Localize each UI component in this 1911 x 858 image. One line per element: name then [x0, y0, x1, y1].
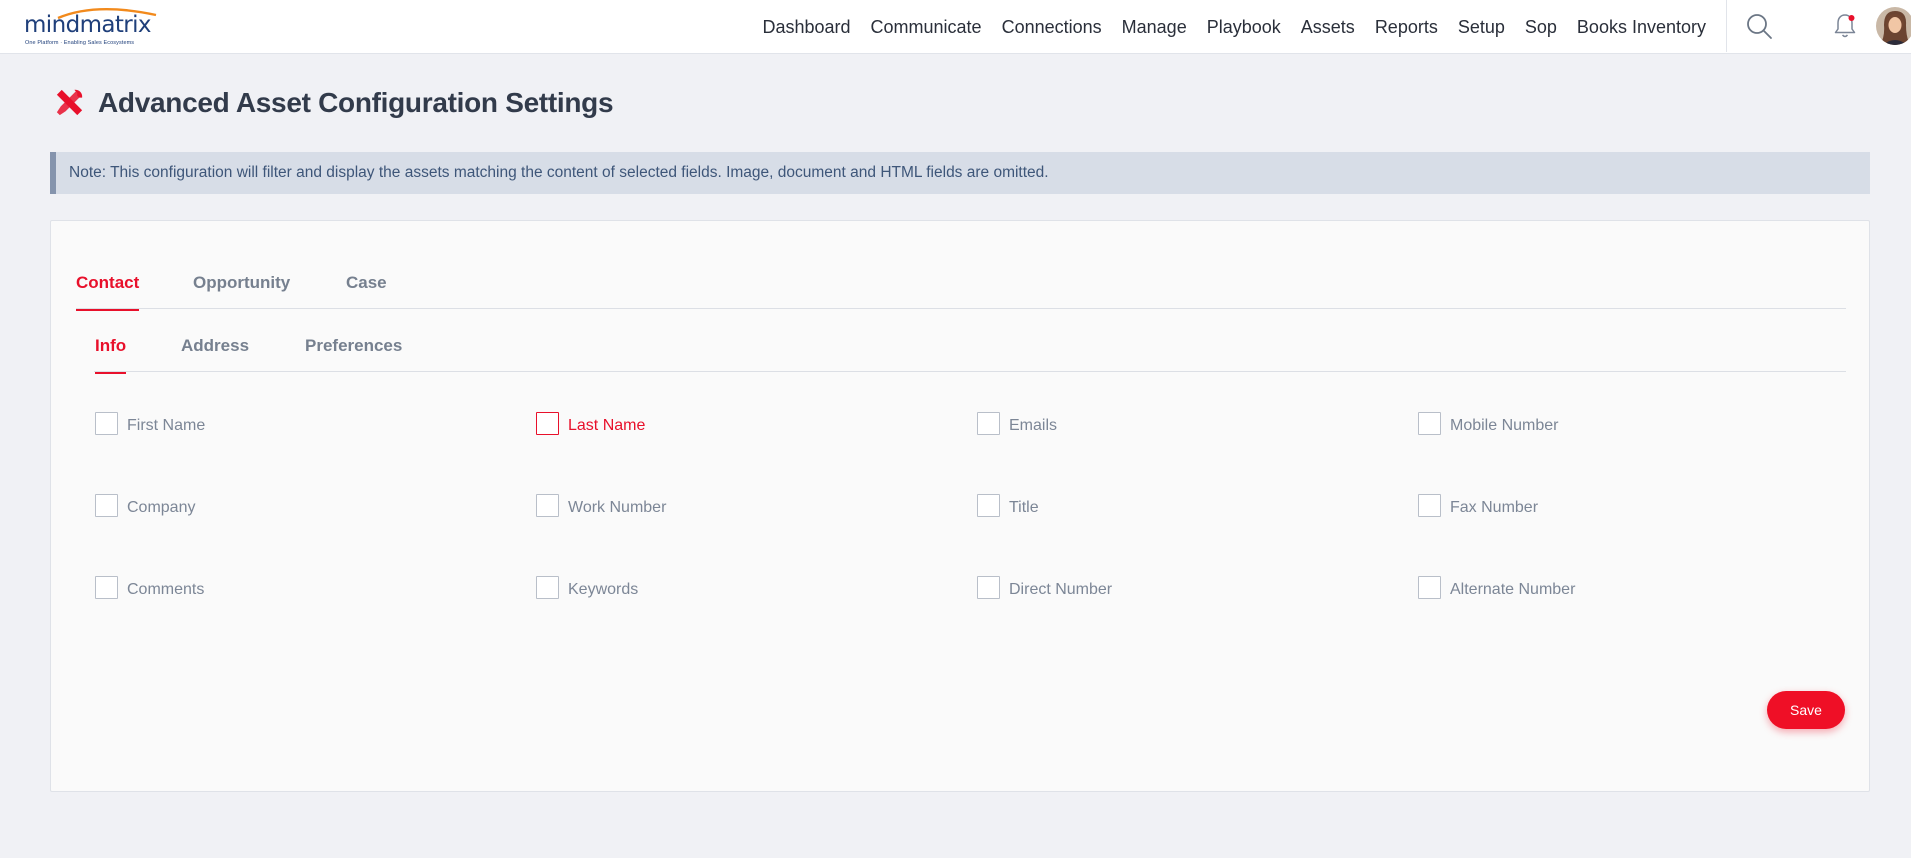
- search-icon[interactable]: [1744, 11, 1774, 41]
- nav-item-sop[interactable]: Sop: [1525, 17, 1557, 38]
- field-label: Title: [1009, 498, 1039, 516]
- field-label: Last Name: [568, 416, 646, 434]
- field-company[interactable]: Company: [95, 494, 195, 517]
- field-direct-number[interactable]: Direct Number: [977, 576, 1112, 599]
- tab-contact[interactable]: Contact: [76, 257, 140, 311]
- top-navigation-bar: mindmatrix One Platform · Enabling Sales…: [0, 0, 1911, 54]
- tab-opportunity[interactable]: Opportunity: [193, 257, 290, 309]
- entity-tabs: Contact Opportunity Case: [76, 257, 1846, 311]
- nav-item-assets[interactable]: Assets: [1301, 17, 1355, 38]
- info-note-text: Note: This configuration will filter and…: [69, 164, 1049, 181]
- checkbox[interactable]: [1418, 576, 1441, 599]
- field-comments[interactable]: Comments: [95, 576, 204, 599]
- info-note: Note: This configuration will filter and…: [50, 152, 1870, 194]
- field-label: Company: [127, 498, 196, 516]
- field-label: First Name: [127, 416, 206, 434]
- tab-address[interactable]: Address: [181, 320, 249, 372]
- field-label: Fax Number: [1450, 498, 1539, 516]
- nav-item-reports[interactable]: Reports: [1375, 17, 1438, 38]
- checkbox[interactable]: [977, 494, 1000, 517]
- field-first-name[interactable]: First Name: [95, 412, 205, 435]
- page-title: Advanced Asset Configuration Settings: [98, 86, 614, 118]
- logo-wordmark: mindmatrix: [24, 12, 152, 38]
- field-label: Comments: [127, 580, 205, 598]
- nav-item-communicate[interactable]: Communicate: [871, 17, 982, 38]
- checkbox[interactable]: [536, 412, 559, 435]
- user-avatar[interactable]: [1876, 7, 1911, 45]
- nav-item-playbook[interactable]: Playbook: [1207, 17, 1281, 38]
- field-label: Work Number: [568, 498, 667, 516]
- checkbox[interactable]: [95, 412, 118, 435]
- field-label: Direct Number: [1009, 580, 1113, 598]
- field-label: Mobile Number: [1450, 416, 1559, 434]
- checkbox[interactable]: [95, 576, 118, 599]
- checkbox[interactable]: [1418, 412, 1441, 435]
- configuration-card: Contact Opportunity Case Info Address Pr…: [50, 220, 1870, 792]
- field-keywords[interactable]: Keywords: [536, 576, 638, 599]
- tab-preferences[interactable]: Preferences: [305, 320, 402, 372]
- logo-tagline: One Platform · Enabling Sales Ecosystems: [25, 40, 135, 46]
- nav-item-dashboard[interactable]: Dashboard: [762, 17, 850, 38]
- field-label: Emails: [1009, 416, 1058, 434]
- bell-icon[interactable]: [1830, 11, 1860, 41]
- nav-item-books-inventory[interactable]: Books Inventory: [1577, 17, 1706, 38]
- nav-item-connections[interactable]: Connections: [1002, 17, 1102, 38]
- section-tabs: Info Address Preferences: [94, 320, 1846, 374]
- field-title[interactable]: Title: [977, 494, 1039, 517]
- checkbox[interactable]: [536, 494, 559, 517]
- nav-item-setup[interactable]: Setup: [1458, 17, 1505, 38]
- checkbox[interactable]: [977, 412, 1000, 435]
- field-label: Alternate Number: [1450, 580, 1576, 598]
- mindmatrix-logo[interactable]: mindmatrix One Platform · Enabling Sales…: [22, 6, 157, 48]
- field-mobile-number[interactable]: Mobile Number: [1418, 412, 1558, 435]
- checkbox[interactable]: [536, 576, 559, 599]
- field-emails[interactable]: Emails: [977, 412, 1057, 435]
- field-fax-number[interactable]: Fax Number: [1418, 494, 1538, 517]
- field-alternate-number[interactable]: Alternate Number: [1418, 576, 1575, 599]
- nav-item-manage[interactable]: Manage: [1122, 17, 1187, 38]
- field-last-name[interactable]: Last Name: [536, 412, 645, 435]
- save-button[interactable]: Save: [1767, 691, 1845, 729]
- checkbox[interactable]: [95, 494, 118, 517]
- tab-case[interactable]: Case: [346, 257, 387, 309]
- tab-info[interactable]: Info: [95, 320, 127, 374]
- header-divider: [1726, 0, 1727, 52]
- tools-icon: [56, 89, 83, 116]
- field-label: Keywords: [568, 580, 639, 598]
- checkbox[interactable]: [977, 576, 1000, 599]
- page-header: Advanced Asset Configuration Settings: [53, 86, 614, 119]
- field-work-number[interactable]: Work Number: [536, 494, 666, 517]
- checkbox[interactable]: [1418, 494, 1441, 517]
- main-nav: Dashboard Communicate Connections Manage…: [762, 0, 1706, 54]
